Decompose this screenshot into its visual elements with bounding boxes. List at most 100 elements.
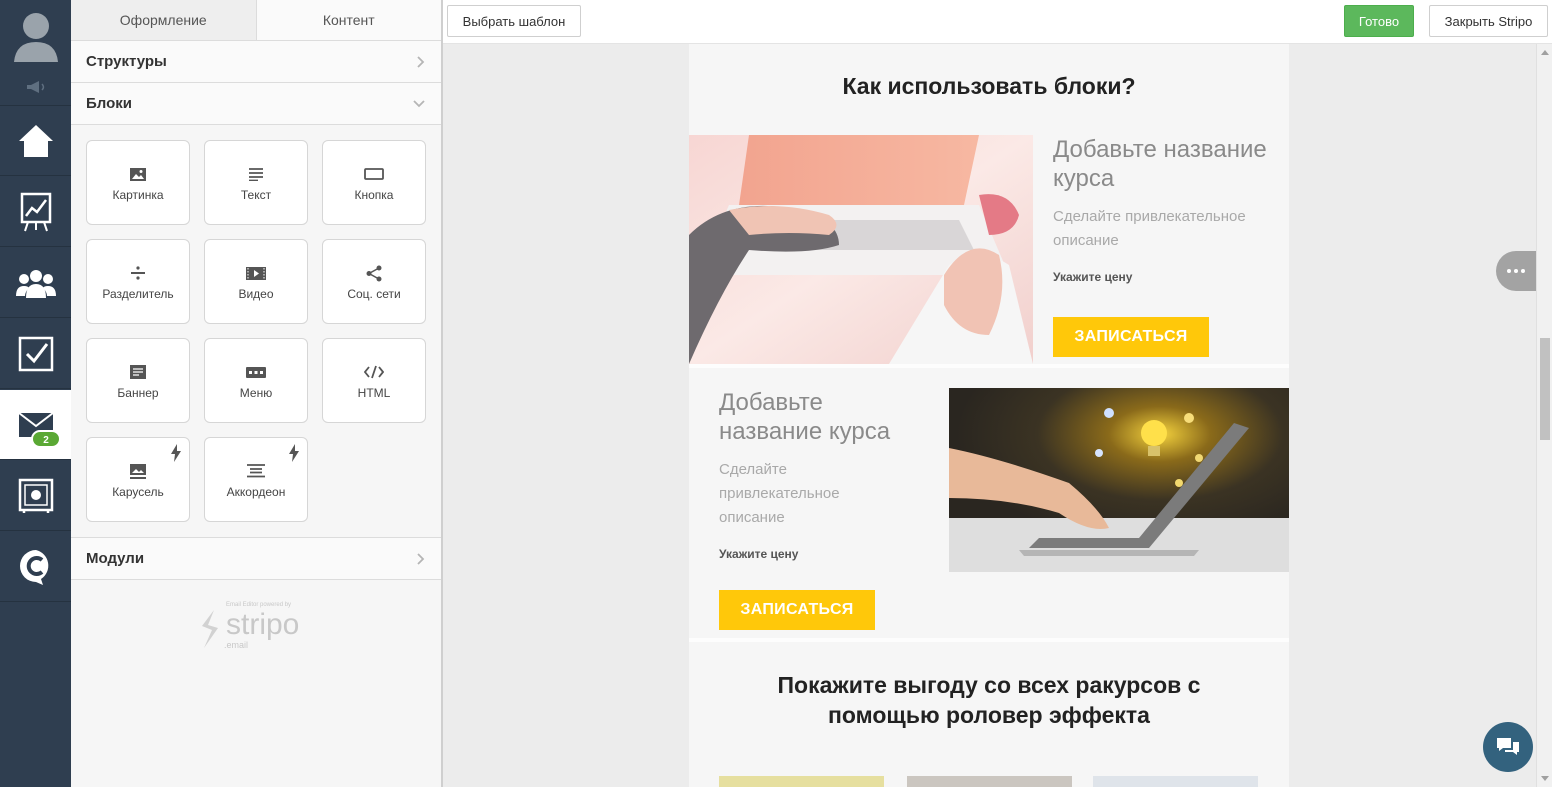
image-icon: [130, 167, 146, 181]
section-blocks[interactable]: Блоки: [71, 83, 441, 125]
chevron-right-icon: [417, 55, 425, 68]
banner-icon: [130, 365, 146, 379]
block-banner[interactable]: Баннер: [86, 338, 190, 423]
rollover-image-3[interactable]: [1093, 776, 1258, 787]
block-label: Карусель: [112, 485, 164, 499]
support-chat-button[interactable]: [1483, 722, 1533, 772]
block-label: HTML: [357, 386, 391, 400]
block-label: Картинка: [112, 188, 164, 202]
block-label: Меню: [239, 386, 273, 400]
block-button[interactable]: Кнопка: [322, 140, 426, 225]
top-toolbar: Выбрать шаблон Готово Закрыть Stripo: [443, 0, 1552, 44]
rollover-image-2[interactable]: [907, 776, 1072, 787]
idea-laptop-photo[interactable]: [949, 388, 1289, 572]
block-label: Кнопка: [354, 188, 394, 202]
text-icon: [249, 167, 263, 181]
close-stripo-button[interactable]: Закрыть Stripo: [1429, 5, 1548, 37]
more-options-button[interactable]: [1496, 251, 1536, 291]
course-title[interactable]: Добавьте название курса: [719, 388, 919, 446]
nav-home[interactable]: [0, 106, 71, 176]
row-divider: [689, 364, 1289, 368]
block-image[interactable]: Картинка: [86, 140, 190, 225]
enroll-button[interactable]: ЗАПИСАТЬСЯ: [719, 590, 875, 630]
block-divider[interactable]: Разделитель: [86, 239, 190, 324]
block-accordion[interactable]: Аккордеон: [204, 437, 308, 522]
choose-template-button[interactable]: Выбрать шаблон: [447, 5, 581, 37]
section-structures-label: Структуры: [86, 53, 167, 70]
block-text[interactable]: Текст: [204, 140, 308, 225]
users-icon: [15, 269, 56, 298]
nav-safe[interactable]: [0, 461, 71, 531]
menu-icon: [246, 366, 266, 378]
block-video[interactable]: Видео: [204, 239, 308, 324]
announcements-button[interactable]: [0, 68, 71, 106]
nav-contacts[interactable]: [0, 248, 71, 318]
email-count-badge: 2: [31, 430, 61, 448]
block-html[interactable]: HTML: [322, 338, 426, 423]
row-divider: [689, 638, 1289, 642]
stripo-logo: Email Editor powered by stripo .email: [196, 602, 326, 658]
scroll-down-arrow[interactable]: [1541, 776, 1549, 781]
chevron-down-icon: [413, 99, 425, 107]
enroll-button[interactable]: ЗАПИСАТЬСЯ: [1053, 317, 1209, 357]
lightning-icon: [289, 444, 299, 462]
block-label: Текст: [240, 188, 272, 202]
block-label: Видео: [238, 287, 274, 301]
block-label: Соц. сети: [347, 287, 401, 301]
panel-tabs: Оформление Контент: [71, 0, 441, 41]
block-label: Баннер: [117, 386, 159, 400]
section-heading[interactable]: Как использовать блоки?: [689, 71, 1289, 101]
tab-content[interactable]: Контент: [256, 0, 441, 40]
course-title[interactable]: Добавьте название курса: [1053, 135, 1283, 193]
rollover-heading[interactable]: Покажите выгоду со всех ракурсов с помощ…: [749, 670, 1229, 730]
left-navigation: 2: [0, 0, 71, 787]
stripo-s-icon: [202, 610, 218, 648]
block-social[interactable]: Соц. сети: [322, 239, 426, 324]
settings-panel: Оформление Контент Структуры Блоки Карти…: [71, 0, 443, 787]
safe-icon: [18, 478, 53, 513]
scroll-up-arrow[interactable]: [1541, 50, 1549, 55]
vertical-scrollbar[interactable]: [1536, 44, 1552, 787]
user-icon: [13, 13, 58, 62]
rollover-image-1[interactable]: [719, 776, 884, 787]
video-icon: [246, 266, 266, 280]
checkbox-icon: [18, 336, 53, 371]
tab-design[interactable]: Оформление: [71, 0, 257, 40]
lightning-icon: [171, 444, 181, 462]
email-canvas: Как использовать блоки? Добавьте названи…: [443, 44, 1536, 787]
megaphone-icon: [26, 80, 44, 93]
chat-bubbles-icon: [1497, 738, 1519, 755]
block-label: Разделитель: [102, 287, 174, 301]
user-avatar[interactable]: [0, 0, 71, 68]
done-button[interactable]: Готово: [1344, 5, 1414, 37]
block-label: Аккордеон: [226, 485, 286, 499]
email-body: Как использовать блоки? Добавьте названи…: [689, 44, 1289, 787]
course-description[interactable]: Сделайте привлекательное описание: [1053, 205, 1283, 253]
course-price[interactable]: Укажите цену: [719, 547, 798, 561]
section-modules-label: Модули: [86, 550, 145, 567]
laptop-photo[interactable]: [689, 135, 1033, 364]
accordion-icon: [247, 463, 265, 477]
c-chat-icon: [19, 549, 48, 585]
home-icon: [18, 124, 53, 157]
nav-chat-c[interactable]: [0, 532, 71, 602]
block-menu[interactable]: Меню: [204, 338, 308, 423]
nav-analytics[interactable]: [0, 177, 71, 247]
divider-icon: [131, 266, 145, 280]
carousel-icon: [130, 463, 146, 479]
section-blocks-label: Блоки: [86, 95, 133, 112]
nav-tasks[interactable]: [0, 319, 71, 389]
share-icon: [366, 265, 382, 281]
section-structures[interactable]: Структуры: [71, 41, 441, 83]
block-carousel[interactable]: Карусель: [86, 437, 190, 522]
section-modules[interactable]: Модули: [71, 538, 441, 580]
scroll-thumb[interactable]: [1540, 338, 1550, 440]
button-icon: [364, 168, 384, 180]
course-price[interactable]: Укажите цену: [1053, 270, 1132, 284]
logo-subtext: .email: [224, 640, 249, 650]
blocks-grid: Картинка Текст Кнопка Разделитель Видео …: [71, 125, 441, 538]
code-icon: [364, 365, 384, 379]
nav-email[interactable]: 2: [0, 390, 71, 460]
more-dots-icon: [1507, 269, 1525, 273]
course-description[interactable]: Сделайте привлекательное описание: [719, 458, 889, 530]
